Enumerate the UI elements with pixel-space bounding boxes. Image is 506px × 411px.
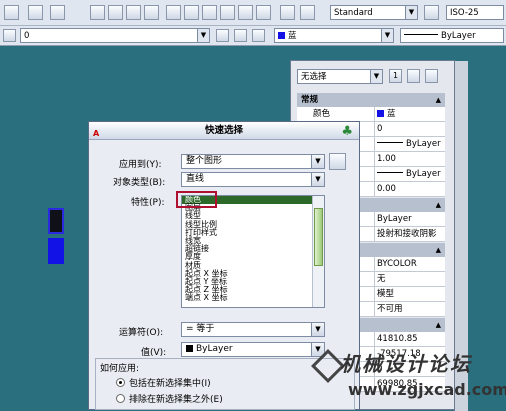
- section-general[interactable]: 常规 ▲: [297, 93, 445, 107]
- drawing-object[interactable]: [48, 238, 64, 264]
- radio-button[interactable]: [116, 378, 125, 387]
- text-style-select[interactable]: Standard ▼: [330, 5, 418, 20]
- list-item[interactable]: 超链接: [182, 244, 324, 253]
- list-scrollbar[interactable]: [312, 196, 324, 307]
- color-swatch: [186, 345, 193, 352]
- quick-select-icon[interactable]: [425, 69, 438, 83]
- select-objects-icon[interactable]: [407, 69, 420, 83]
- radio-button[interactable]: [116, 394, 125, 403]
- zoom-realtime-icon[interactable]: [108, 5, 123, 20]
- zoom-previous-icon[interactable]: [144, 5, 159, 20]
- quickcalc-icon[interactable]: [256, 5, 271, 20]
- dialog-title-bar[interactable]: A 快速选择 ♣: [89, 122, 359, 140]
- chevron-down-icon: ▼: [197, 29, 209, 42]
- color-swatch: [377, 110, 384, 117]
- zoom-window-icon[interactable]: [126, 5, 141, 20]
- properties-list[interactable]: 颜色 图层 线型 线型比例 打印样式 线宽 超链接 厚度 材质 起点 X 坐标 …: [181, 195, 325, 308]
- dim-style-select[interactable]: ISO-25: [446, 5, 504, 20]
- design-center-icon[interactable]: [184, 5, 199, 20]
- drawing-object[interactable]: [48, 208, 64, 234]
- app-logo-icon: A: [93, 129, 100, 138]
- highlight-callout: [176, 191, 217, 208]
- layer-manager-icon[interactable]: [252, 29, 265, 42]
- pan-icon[interactable]: [90, 5, 105, 20]
- leaf-icon: ♣: [341, 124, 353, 139]
- include-option[interactable]: 包括在新选择集中(I): [116, 376, 211, 389]
- value-select[interactable]: ByLayer ▼: [181, 342, 325, 357]
- collapse-icon: ▲: [435, 246, 441, 254]
- layer-previous-icon[interactable]: [234, 29, 247, 42]
- layers-toolbar: 0 ▼ 蓝 ▼ ByLayer: [0, 26, 506, 46]
- chevron-down-icon: ▼: [311, 155, 324, 168]
- color-swatch: [278, 32, 285, 39]
- collapse-icon: ▲: [435, 96, 441, 104]
- text-style-icon[interactable]: [300, 5, 315, 20]
- linetype-select[interactable]: ByLayer: [400, 28, 504, 43]
- chevron-down-icon: ▼: [370, 70, 382, 83]
- apply-to-select[interactable]: 整个图形 ▼: [181, 154, 325, 169]
- selection-select[interactable]: 无选择 ▼: [297, 69, 383, 84]
- watermark: 机械设计论坛 www.zgjxcad.com: [310, 348, 506, 410]
- tool-palette-icon[interactable]: [202, 5, 217, 20]
- redo-icon[interactable]: [50, 5, 65, 20]
- make-current-layer-icon[interactable]: [216, 29, 229, 42]
- save-icon[interactable]: [4, 5, 19, 20]
- list-item[interactable]: 端点 X 坐标: [182, 294, 324, 302]
- line-sample: [377, 142, 403, 143]
- object-type-select[interactable]: 直线 ▼: [181, 172, 325, 187]
- sheet-set-icon[interactable]: [220, 5, 235, 20]
- select-objects-button[interactable]: [329, 153, 346, 170]
- operator-select[interactable]: = 等于 ▼: [181, 322, 325, 337]
- chevron-down-icon: ▼: [381, 29, 393, 42]
- line-sample: [404, 34, 438, 35]
- color-select[interactable]: 蓝 ▼: [274, 28, 394, 43]
- chevron-down-icon: ▼: [405, 6, 417, 19]
- list-item[interactable]: 打印样式: [182, 228, 324, 237]
- properties-icon[interactable]: [166, 5, 181, 20]
- layer-select[interactable]: 0 ▼: [20, 28, 210, 43]
- line-sample: [377, 172, 403, 173]
- property-row[interactable]: 颜色蓝: [297, 107, 445, 122]
- chevron-down-icon: ▼: [311, 173, 324, 186]
- undo-icon[interactable]: [28, 5, 43, 20]
- list-item[interactable]: 厚度: [182, 253, 324, 261]
- markup-icon[interactable]: [238, 5, 253, 20]
- layer-state-icon[interactable]: [3, 29, 16, 42]
- toggle-pickadd-button[interactable]: 1: [389, 69, 402, 83]
- chevron-down-icon: ▼: [311, 323, 324, 336]
- exclude-option[interactable]: 排除在新选择集之外(E): [116, 392, 223, 405]
- main-toolbar: Standard ▼ ISO-25: [0, 0, 506, 26]
- collapse-icon: ▲: [435, 201, 441, 209]
- help-icon[interactable]: [280, 5, 295, 20]
- scroll-thumb[interactable]: [314, 208, 323, 266]
- collapse-icon: ▲: [435, 321, 441, 329]
- dim-style-icon[interactable]: [424, 5, 439, 20]
